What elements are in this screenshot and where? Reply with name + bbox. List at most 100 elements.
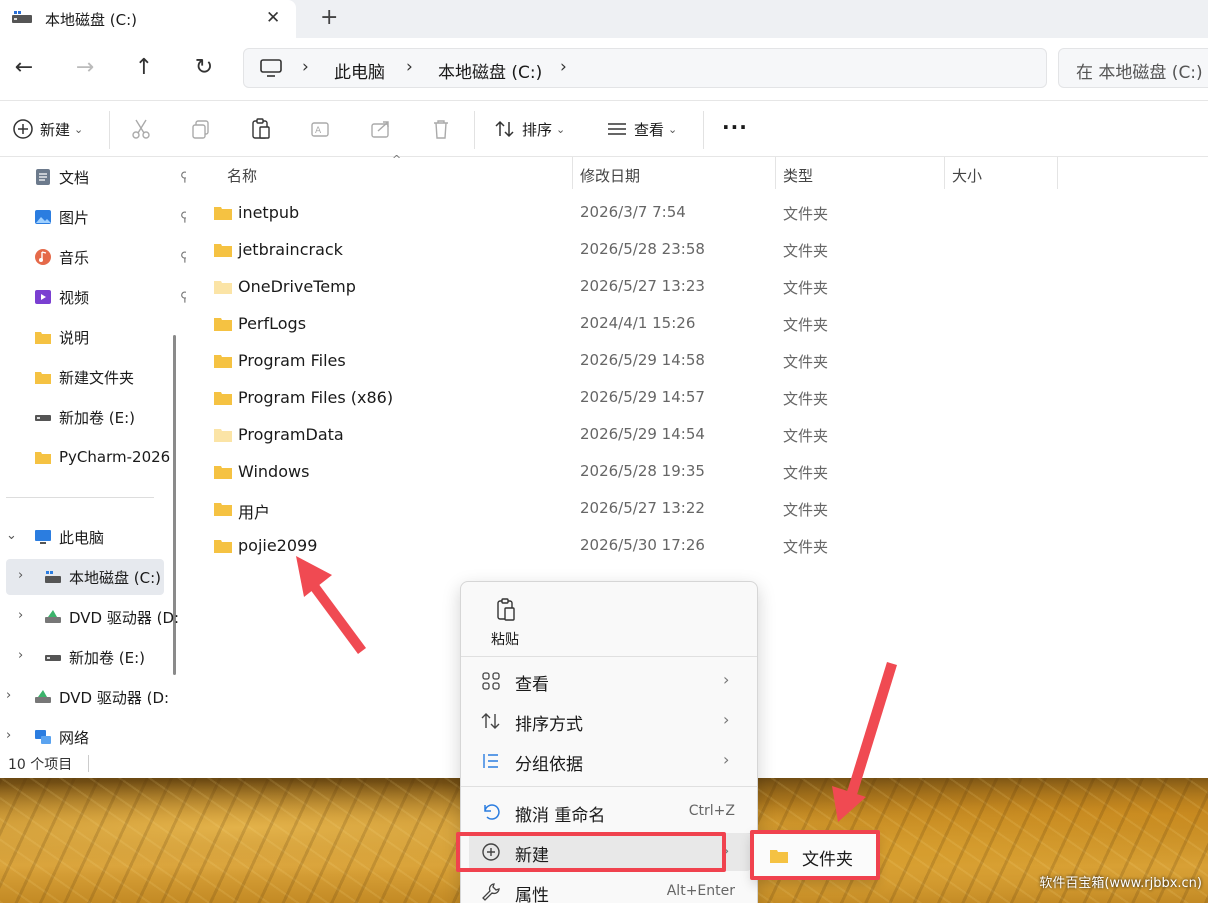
sidebar-item-local-disk-c[interactable]: 本地磁盘 (C:) (44, 560, 161, 594)
menu-item-group[interactable]: 分组依据 › (469, 742, 751, 780)
breadcrumb-local-disk[interactable]: 本地磁盘 (C:) (438, 58, 542, 83)
menu-item-view[interactable]: 查看 › (469, 662, 751, 700)
menu-item-undo-rename[interactable]: 撤消 重命名 Ctrl+Z (469, 793, 751, 831)
more-options-icon[interactable]: ··· (722, 115, 748, 139)
chevron-right-icon[interactable]: › (18, 608, 23, 623)
chevron-right-icon[interactable]: › (560, 57, 567, 77)
menu-item-properties[interactable]: 属性 Alt+Enter (469, 873, 751, 903)
submenu-item-folder[interactable]: 文件夹 (759, 839, 871, 873)
file-row[interactable]: Windows 2026/5/28 19:35 文件夹 (206, 454, 1046, 491)
chevron-down-icon: ⌄ (556, 122, 566, 136)
paste-icon[interactable] (250, 118, 272, 140)
column-header-size[interactable]: 大小 (952, 165, 982, 186)
file-row[interactable]: Program Files 2026/5/29 14:58 文件夹 (206, 343, 1046, 380)
sidebar-item-network[interactable]: 网络 (34, 720, 89, 749)
back-icon[interactable]: ← (8, 52, 40, 84)
chevron-right-icon[interactable]: › (6, 728, 11, 743)
document-icon (36, 169, 50, 185)
chevron-right-icon: › (723, 841, 730, 860)
chevron-right-icon[interactable]: › (18, 648, 23, 663)
network-icon (35, 730, 51, 744)
delete-icon[interactable] (430, 118, 452, 140)
sidebar-item-pycharm[interactable]: PyCharm-2026 (34, 440, 170, 474)
sidebar-item-label: 视频 (59, 288, 90, 307)
refresh-icon[interactable]: ↻ (188, 52, 220, 84)
up-icon[interactable]: ↑ (128, 52, 160, 84)
search-input[interactable]: 在 本地磁盘 (C:) 中 (1058, 48, 1208, 88)
chevron-down-icon: ⌄ (74, 122, 84, 136)
sort-button[interactable]: 排序 ⌄ (494, 115, 565, 143)
chevron-right-icon: › (723, 670, 730, 689)
file-date: 2024/4/1 15:26 (580, 314, 696, 332)
chevron-right-icon[interactable]: › (6, 688, 11, 703)
sidebar-item-music[interactable]: 音乐 ⚲ (34, 240, 186, 274)
file-name: Program Files (x86) (238, 388, 394, 407)
rename-icon[interactable]: A (310, 118, 332, 140)
sidebar-item-volume-e-tree[interactable]: 新加卷 (E:) (44, 640, 145, 674)
computer-icon (35, 530, 51, 544)
sidebar-item-readme[interactable]: 说明 (34, 320, 89, 354)
tab-local-disk[interactable]: 本地磁盘 (C:) ✕ (0, 0, 296, 38)
sidebar-item-label: DVD 驱动器 (D: (69, 608, 180, 627)
new-tab-button[interactable]: + (320, 5, 338, 30)
menu-item-sort[interactable]: 排序方式 › (469, 702, 751, 740)
menu-item-label: 排序方式 (515, 715, 583, 735)
file-row[interactable]: OneDriveTemp 2026/5/27 13:23 文件夹 (206, 269, 1046, 306)
breadcrumb-this-pc[interactable]: 此电脑 (334, 58, 385, 83)
column-divider[interactable] (775, 157, 776, 189)
sidebar-item-label: PyCharm-2026 (59, 448, 171, 466)
column-header-name[interactable]: 名称 (227, 165, 257, 186)
file-date: 2026/5/28 23:58 (580, 240, 705, 258)
sidebar-item-label: 图片 (59, 208, 90, 227)
column-header-type[interactable]: 类型 (783, 165, 813, 186)
sidebar-item-videos[interactable]: 视频 ⚲ (34, 280, 186, 314)
sidebar-item-this-pc[interactable]: 此电脑 (34, 520, 104, 554)
column-divider[interactable] (572, 157, 573, 189)
paste-icon (497, 598, 515, 621)
new-button[interactable]: 新建 ⌄ (12, 115, 83, 143)
cut-icon[interactable] (130, 118, 152, 140)
sidebar-item-label: 新建文件夹 (59, 368, 135, 387)
sidebar-item-pictures[interactable]: 图片 ⚲ (34, 200, 186, 234)
folder-icon (214, 429, 232, 442)
file-row[interactable]: inetpub 2026/3/7 7:54 文件夹 (206, 195, 1046, 232)
folder-icon (214, 281, 232, 294)
sort-icon (481, 713, 500, 729)
column-divider[interactable] (1057, 157, 1058, 189)
sidebar-item-dvd-drive[interactable]: DVD 驱动器 (D: (44, 600, 179, 634)
file-date: 2026/5/28 19:35 (580, 462, 705, 480)
menu-item-label: 分组依据 (515, 755, 583, 775)
share-icon[interactable] (370, 118, 392, 140)
folder-icon (214, 355, 232, 368)
file-row[interactable]: pojie2099 2026/5/30 17:26 文件夹 (206, 528, 1046, 565)
file-row[interactable]: 用户 2026/5/27 13:22 文件夹 (206, 491, 1046, 528)
paste-button[interactable]: 粘贴 (487, 596, 523, 654)
file-row[interactable]: jetbraincrack 2026/5/28 23:58 文件夹 (206, 232, 1046, 269)
file-row[interactable]: PerfLogs 2024/4/1 15:26 文件夹 (206, 306, 1046, 343)
file-row[interactable]: Program Files (x86) 2026/5/29 14:57 文件夹 (206, 380, 1046, 417)
menu-divider (461, 656, 757, 657)
file-name: jetbraincrack (238, 240, 343, 259)
chevron-right-icon[interactable]: › (18, 568, 23, 583)
sidebar-item-volume-e[interactable]: 新加卷 (E:) (34, 400, 135, 434)
sidebar-item-dvd-drive-2[interactable]: DVD 驱动器 (D: (34, 680, 169, 714)
copy-icon[interactable] (190, 118, 212, 140)
plus-circle-icon (13, 119, 33, 139)
view-button[interactable]: 查看 ⌄ (606, 115, 677, 143)
sidebar-item-new-folder[interactable]: 新建文件夹 (34, 360, 134, 394)
column-divider[interactable] (944, 157, 945, 189)
close-tab-icon[interactable]: ✕ (266, 8, 280, 28)
sidebar-item-label: 新加卷 (E:) (59, 408, 136, 427)
menu-item-new[interactable]: 新建 › (469, 833, 751, 871)
folder-icon (35, 332, 51, 344)
forward-icon[interactable]: → (69, 52, 101, 84)
column-header-date[interactable]: 修改日期 (580, 165, 640, 186)
sidebar-item-documents[interactable]: 文档 ⚲ (34, 160, 186, 194)
file-row[interactable]: ProgramData 2026/5/29 14:54 文件夹 (206, 417, 1046, 454)
new-submenu: 文件夹 (752, 832, 878, 880)
chevron-down-icon[interactable]: ⌄ (6, 528, 17, 543)
address-bar[interactable]: › 此电脑 › 本地磁盘 (C:) › (243, 48, 1047, 88)
submenu-item-label: 文件夹 (802, 850, 853, 870)
chevron-right-icon: › (302, 57, 309, 77)
menu-item-label: 撤消 重命名 (515, 806, 606, 826)
